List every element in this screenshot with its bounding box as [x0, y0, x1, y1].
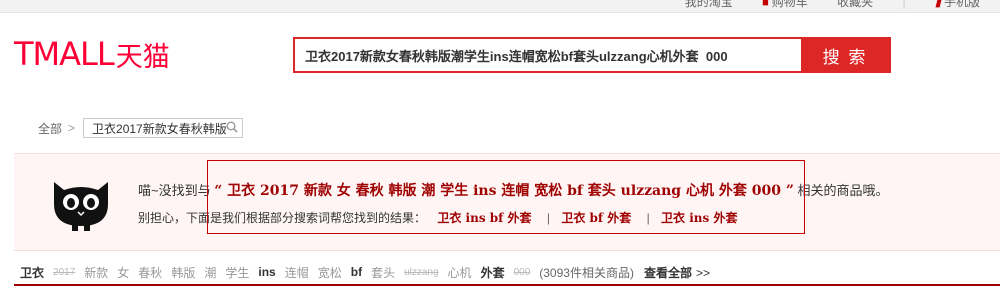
breadcrumb-keyword: 卫衣2017新款女春秋韩版 — [92, 121, 227, 136]
breadcrumb-arrow-icon: > — [68, 121, 76, 135]
search-term: ulzzang — [404, 266, 439, 278]
result-count: (3093件相关商品) — [539, 265, 634, 280]
suggestion-link[interactable]: 卫衣 ins 外套 — [661, 211, 737, 225]
search-term: 潮 — [204, 265, 217, 280]
logo-text-cn: 天猫 — [115, 41, 170, 73]
suggestion-divider: | — [546, 211, 550, 225]
chevron-right-icon: >> — [695, 265, 710, 280]
tmall-cat-icon — [54, 182, 108, 231]
logo-text-en: TMALL — [14, 35, 115, 73]
top-link-favorites[interactable]: 收藏夹 — [837, 0, 873, 9]
breadcrumb: 全部 > 卫衣2017新款女春秋韩版 — [38, 117, 244, 139]
cart-icon: ■ — [762, 0, 769, 9]
view-all-link[interactable]: 查看全部 >> — [644, 264, 710, 281]
suggestion-link[interactable]: 卫衣 bf 外套 — [561, 211, 631, 225]
term-list: 卫衣 2017 新款女春秋 韩版潮学生 ins 连帽 宽松 bf 套头 ulzzang 心机 外套 00… — [20, 264, 539, 281]
no-result-message: 喵~没找到与 “ 卫衣 2017 新款 女 春秋 韩版 潮 学生 ins 连帽 … — [138, 180, 889, 200]
search-term: 000 — [513, 266, 531, 278]
no-result-suffix: 相关的商品哦。 — [797, 183, 889, 198]
search-term: 连帽 — [284, 265, 309, 280]
breadcrumb-keyword-box[interactable]: 卫衣2017新款女春秋韩版 — [83, 118, 244, 138]
search-term: 卫衣 — [20, 265, 45, 280]
no-result-notice: 喵~没找到与 “ 卫衣 2017 新款 女 春秋 韩版 潮 学生 ins 连帽 … — [14, 153, 1000, 251]
suggestion-divider: | — [646, 211, 650, 225]
divider-line — [14, 284, 1000, 286]
search-term: bf — [350, 265, 363, 279]
search-term: 春秋 — [138, 265, 163, 280]
search-icon[interactable] — [226, 121, 238, 136]
search-term: 2017 — [53, 266, 76, 278]
phone-icon: ▮ — [934, 0, 941, 9]
no-result-keyword: “ 卫衣 2017 新款 女 春秋 韩版 潮 学生 ins 连帽 宽松 bf 套… — [214, 183, 794, 199]
search-term: 套头 — [371, 265, 396, 280]
top-divider: | — [902, 0, 906, 9]
top-bar: 我的淘宝 ■ 购物车 收藏夹 | ▮ 手机版 — [0, 0, 1000, 13]
top-links: 我的淘宝 ■ 购物车 收藏夹 | ▮ 手机版 — [659, 0, 980, 10]
search-term: 心机 — [447, 265, 472, 280]
top-link-cart[interactable]: ■ 购物车 — [762, 0, 808, 9]
search-bar: 搜 索 — [293, 37, 891, 73]
suggestion-hint: 别担心，下面是我们根据部分搜索词帮您找到的结果： — [138, 211, 427, 225]
search-term: 新款 — [84, 265, 109, 280]
search-term: 宽松 — [317, 265, 342, 280]
term-filter-bar: 卫衣 2017 新款女春秋 韩版潮学生 ins 连帽 宽松 bf 套头 ulzzang 心机 外套 00… — [20, 262, 710, 282]
search-term: 外套 — [480, 265, 505, 280]
suggestion-line: 别担心，下面是我们根据部分搜索词帮您找到的结果： 卫衣 ins bf 外套 | … — [138, 209, 749, 226]
search-term: ins — [258, 265, 276, 279]
no-result-prefix: 喵~没找到与 — [138, 183, 211, 198]
search-term: 学生 — [225, 265, 250, 280]
suggestion-link[interactable]: 卫衣 ins bf 外套 — [437, 211, 531, 225]
search-term: 女 — [117, 265, 130, 280]
search-button[interactable]: 搜 索 — [801, 39, 889, 71]
top-link-mobile[interactable]: ▮ 手机版 — [935, 0, 980, 9]
tmall-logo[interactable]: TMALL 天猫 — [14, 35, 170, 73]
top-link-mytaobao[interactable]: 我的淘宝 — [685, 0, 733, 9]
search-input[interactable] — [295, 39, 801, 71]
breadcrumb-all[interactable]: 全部 — [38, 120, 62, 137]
search-term: 韩版 — [171, 265, 196, 280]
